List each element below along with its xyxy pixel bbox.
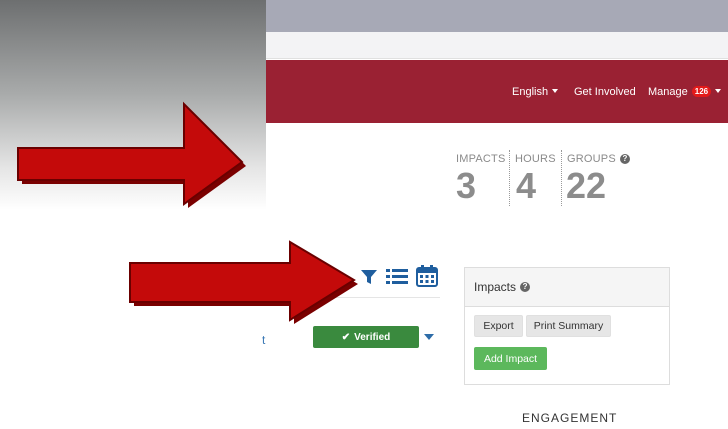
language-label: English	[512, 86, 549, 98]
get-involved-label: Get Involved	[574, 86, 636, 98]
manage-menu[interactable]: Manage 126	[648, 86, 722, 98]
list-icon[interactable]	[386, 268, 408, 286]
verified-button[interactable]: ✔ Verified	[313, 326, 419, 348]
impacts-panel-header: Impacts ?	[465, 268, 669, 307]
impact-title-link[interactable]: t	[262, 333, 265, 347]
stat-divider	[561, 150, 562, 206]
print-summary-button[interactable]: Print Summary	[526, 315, 611, 337]
hours-stat-label: HOURS	[515, 153, 556, 165]
annotation-arrow	[129, 240, 358, 324]
impacts-panel: Impacts ? Export Print Summary Add Impac…	[464, 267, 670, 385]
get-involved-link[interactable]: Get Involved	[574, 86, 636, 98]
browser-tab-strip	[266, 0, 728, 32]
impacts-help-icon[interactable]: ?	[520, 282, 531, 292]
annotation-arrow	[17, 101, 246, 208]
verified-dropdown-caret[interactable]	[424, 334, 434, 340]
impacts-panel-title: Impacts	[474, 280, 517, 294]
chevron-down-icon	[715, 89, 722, 93]
groups-stat-label: GROUPS	[567, 153, 616, 165]
chevron-down-icon	[552, 89, 559, 93]
manage-count-badge: 126	[691, 86, 712, 97]
language-menu[interactable]: English	[512, 86, 559, 98]
calendar-icon[interactable]	[416, 265, 438, 287]
verified-label: Verified	[354, 331, 391, 343]
groups-stat-value: 22	[566, 165, 607, 206]
impacts-stat-value: 3	[456, 165, 477, 206]
manage-label: Manage	[648, 86, 688, 98]
impacts-stat-label: IMPACTS	[456, 153, 506, 165]
stat-divider	[509, 150, 510, 206]
browser-address-bar	[266, 32, 728, 59]
export-button[interactable]: Export	[474, 315, 523, 337]
groups-help-icon[interactable]: ?	[620, 154, 630, 164]
filter-icon[interactable]	[360, 268, 378, 286]
engagement-heading: ENGAGEMENT	[522, 411, 618, 425]
hours-stat-value: 4	[516, 165, 537, 206]
add-impact-button[interactable]: Add Impact	[474, 347, 547, 370]
check-icon: ✔	[341, 331, 351, 343]
